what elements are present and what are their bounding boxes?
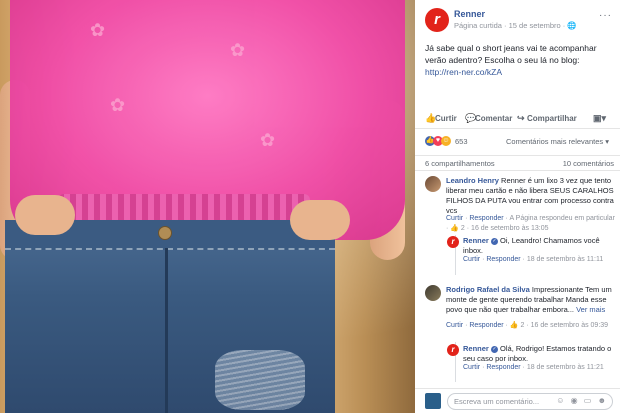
share-label: Compartilhar <box>527 114 577 123</box>
post-actions: 👍Curtir 💬Comentar ↪ Compartilhar ▣▾ <box>415 111 620 129</box>
post-stats: 6 compartilhamentos 10 comentários <box>415 155 620 171</box>
post-text-body: Já sabe qual o short jeans vai te acompa… <box>425 43 597 65</box>
commenter-avatar[interactable] <box>425 176 441 192</box>
verified-badge-icon: ✓ <box>490 345 498 353</box>
reply-meta: Curtir · Responder · 18 de setembro às 1… <box>463 364 604 371</box>
comment-body: Rodrigo Rafael da Silva Impressionante T… <box>446 285 616 315</box>
reply-reply-link[interactable]: Responder <box>486 256 520 263</box>
comment-input-placeholder: Escreva um comentário... <box>454 397 540 406</box>
share-button[interactable]: ↪ Compartilhar <box>517 113 577 124</box>
reply-body: Renner ✓ Olá, Rodrigo! Estamos tratando … <box>463 344 615 364</box>
comment-body: Leandro Henry Renner é um lixo 3 vez que… <box>446 176 616 216</box>
see-more-link[interactable]: Ver mais <box>576 305 605 314</box>
renner-reply-avatar[interactable]: r <box>447 344 459 356</box>
photo-flower-2: ✿ <box>230 40 246 60</box>
post-panel: r Renner Página curtida · 15 de setembro… <box>415 0 620 413</box>
write-comment-bar: Escreva um comentário... ☺ ◉ ▭ ☻ <box>415 388 620 413</box>
comment-meta: Curtir · Responder · 👍 2 · 16 de setembr… <box>446 322 609 329</box>
comment-button[interactable]: 💬Comentar <box>465 113 512 124</box>
current-user-avatar <box>425 393 441 409</box>
reaction-count[interactable]: 653 <box>455 137 468 146</box>
reply-author[interactable]: Renner <box>463 236 489 245</box>
photo-right-hand <box>290 200 350 240</box>
reaction-summary[interactable]: 👍 ♥ ☺ 653 Comentários mais relevantes ▾ <box>425 135 615 149</box>
comment-like-link[interactable]: Curtir <box>446 322 463 329</box>
photo-jeans-button <box>158 226 172 240</box>
like-label: Curtir <box>435 114 457 123</box>
comment-meta-text: · 👍 2 · 16 de setembro às 09:39 <box>503 322 609 329</box>
page-avatar[interactable]: r <box>425 8 449 32</box>
comments-count[interactable]: 10 comentários <box>563 159 614 168</box>
photo-rips <box>215 350 305 410</box>
comment-like-link[interactable]: Curtir <box>446 215 463 222</box>
more-options-icon[interactable]: ··· <box>599 10 612 21</box>
image-icon: ▣▾ <box>593 113 607 123</box>
reply-like-link[interactable]: Curtir <box>463 256 480 263</box>
comment-icon: 💬 <box>465 113 477 123</box>
thumbs-up-icon: 👍 <box>425 113 437 123</box>
photo-flower-3: ✿ <box>110 95 126 115</box>
audience-selector[interactable]: ▣▾ <box>593 113 607 124</box>
photo-left-hand <box>15 195 75 235</box>
comment-sort-dropdown[interactable]: Comentários mais relevantes ▾ <box>506 137 609 146</box>
photo-denim-shorts <box>5 220 335 413</box>
renner-reply-avatar[interactable]: r <box>447 236 459 248</box>
reply-meta-text: · 18 de setembro às 11:21 <box>520 364 604 371</box>
comment-author[interactable]: Leandro Henry <box>446 176 499 185</box>
share-icon: ↪ <box>517 113 525 123</box>
comment-reply-link[interactable]: Responder <box>469 215 503 222</box>
post-text: Já sabe qual o short jeans vai te acompa… <box>425 42 613 78</box>
photo-flower-1: ✿ <box>90 20 106 40</box>
reply-reply-link[interactable]: Responder <box>486 364 520 371</box>
comment-input-icons[interactable]: ☺ ◉ ▭ ☻ <box>556 396 608 405</box>
wow-reaction-icon: ☺ <box>441 136 451 146</box>
like-button[interactable]: 👍Curtir <box>425 113 457 124</box>
reply-like-link[interactable]: Curtir <box>463 364 480 371</box>
photo-flower-4: ✿ <box>260 130 276 150</box>
post-meta: Página curtida · 15 de setembro · 🌐 <box>454 21 577 30</box>
reply-author[interactable]: Renner <box>463 344 489 353</box>
reply-meta-text: · 18 de setembro às 11:11 <box>520 256 604 263</box>
shares-count[interactable]: 6 compartilhamentos <box>425 159 495 168</box>
page-name[interactable]: Renner <box>454 9 485 19</box>
comment-meta: Curtir · Responder · A Página respondeu … <box>446 215 615 232</box>
reply-body: Renner ✓ Oi, Leandro! Chamamos você inbo… <box>463 236 615 256</box>
commenter-avatar[interactable] <box>425 285 441 301</box>
reply-meta: Curtir · Responder · 18 de setembro às 1… <box>463 256 604 263</box>
verified-badge-icon: ✓ <box>490 237 498 245</box>
comment-label: Comentar <box>475 114 513 123</box>
photo-ruffle <box>58 194 310 220</box>
photo-fly <box>165 248 168 413</box>
post-photo[interactable]: ✿ ✿ ✿ ✿ <box>0 0 415 413</box>
comment-input[interactable]: Escreva um comentário... ☺ ◉ ▭ ☻ <box>447 393 613 410</box>
comment-author[interactable]: Rodrigo Rafael da Silva <box>446 285 530 294</box>
post-link[interactable]: http://ren-ner.co/kZA <box>425 67 502 77</box>
comment-reply-link[interactable]: Responder <box>469 322 503 329</box>
post-header: r Renner Página curtida · 15 de setembro… <box>415 0 620 36</box>
